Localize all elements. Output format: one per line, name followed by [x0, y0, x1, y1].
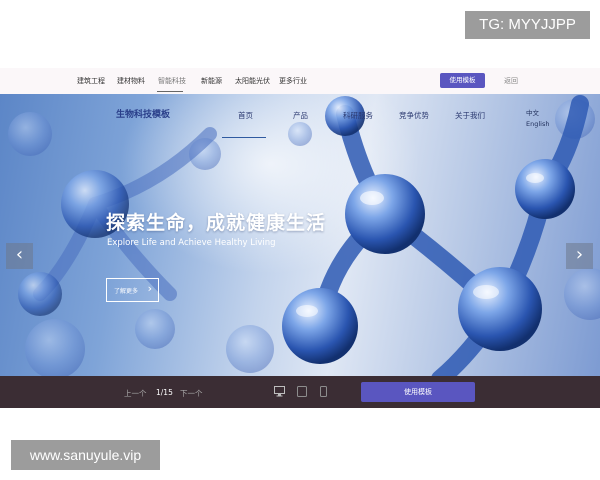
chevron-right-icon: › — [575, 244, 584, 265]
desktop-icon[interactable] — [274, 386, 285, 397]
category-item-more[interactable]: 更多行业 — [279, 76, 307, 86]
molecule-background-image — [8, 94, 600, 376]
category-active-underline — [157, 91, 183, 92]
category-item-smart-tech[interactable]: 智能科技 — [158, 76, 186, 86]
brand-logo-text[interactable]: 生物科技模板 — [116, 107, 170, 120]
page: TG: MYYJJPP 建筑工程 建材物料 智能科技 新能源 太阳能光伏 更多行… — [0, 0, 600, 480]
use-template-button-top[interactable]: 使用模板 — [440, 73, 485, 88]
next-template-link[interactable]: 下一个 — [180, 388, 203, 399]
carousel-next-button[interactable]: › — [566, 243, 593, 269]
chevron-left-icon: ‹ — [15, 244, 24, 265]
hero-subtitle: Explore Life and Achieve Healthy Living — [107, 238, 276, 248]
chevron-right-icon: › — [147, 282, 152, 295]
hero-banner: 生物科技模板 首页 产品 科研服务 竞争优势 关于我们 中文 English 探… — [0, 94, 600, 376]
category-item-construction[interactable]: 建筑工程 — [77, 76, 105, 86]
screenshot-frame: 建筑工程 建材物料 智能科技 新能源 太阳能光伏 更多行业 使用模板 返回 生物… — [0, 68, 600, 408]
template-control-bar: 上一个 1/15 下一个 使用模板 — [0, 376, 600, 408]
watermark-bottom: www.sanuyule.vip — [11, 440, 160, 470]
learn-more-button[interactable]: 了解更多 › — [106, 278, 159, 302]
category-bar: 建筑工程 建材物料 智能科技 新能源 太阳能光伏 更多行业 使用模板 返回 — [0, 68, 600, 94]
category-item-solar[interactable]: 太阳能光伏 — [235, 76, 270, 86]
hero-title: 探索生命，成就健康生活 — [106, 212, 327, 234]
prev-template-link[interactable]: 上一个 — [124, 388, 147, 399]
page-indicator: 1/15 — [156, 388, 173, 397]
language-option-chinese[interactable]: 中文 — [526, 107, 539, 117]
category-item-materials[interactable]: 建材物料 — [117, 76, 145, 86]
carousel-prev-button[interactable]: ‹ — [6, 243, 33, 269]
category-item-new-energy[interactable]: 新能源 — [201, 76, 222, 86]
mobile-icon[interactable] — [320, 386, 327, 397]
language-option-english[interactable]: English — [526, 120, 549, 128]
nav-item-home[interactable]: 首页 — [238, 110, 253, 121]
nav-item-advantages[interactable]: 竞争优势 — [399, 110, 429, 121]
nav-item-research-services[interactable]: 科研服务 — [343, 110, 373, 121]
nav-item-products[interactable]: 产品 — [293, 110, 308, 121]
watermark-top: TG: MYYJJPP — [465, 11, 590, 39]
use-template-button-bottom[interactable]: 使用模板 — [361, 382, 475, 402]
tablet-icon[interactable] — [297, 386, 307, 397]
nav-item-about-us[interactable]: 关于我们 — [455, 110, 485, 121]
learn-more-label: 了解更多 — [114, 288, 139, 295]
nav-active-underline — [222, 137, 266, 138]
back-link[interactable]: 返回 — [504, 76, 518, 86]
